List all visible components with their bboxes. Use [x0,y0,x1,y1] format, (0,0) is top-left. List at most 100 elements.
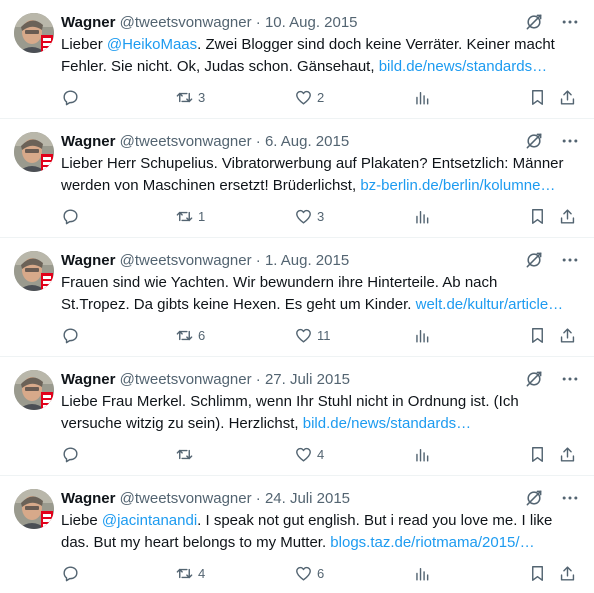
tweet-actions: 6 11 [61,322,579,348]
tweet-text: Lieber @HeikoMaas. Zwei Blogger sind doc… [61,34,567,78]
tweet-text: Lieber Herr Schupelius. Vibratorwerbung … [61,153,567,197]
retweet-button[interactable]: 6 [175,322,205,348]
share-button[interactable] [558,560,577,586]
grok-icon[interactable] [524,488,544,508]
avatar[interactable] [14,251,54,291]
like-button[interactable]: 11 [294,322,331,348]
reply-button[interactable] [61,560,84,586]
like-count: 6 [317,565,325,581]
author-handle[interactable]: @tweetsvonwagner [120,371,252,388]
reply-icon [63,327,78,343]
retweet-button[interactable] [175,441,198,467]
tweet-text: Liebe @jacintanandi. I speak not gut eng… [61,510,567,554]
share-button[interactable] [558,441,577,467]
author-handle[interactable]: @tweetsvonwagner [120,14,252,31]
tweet-date[interactable]: 6. Aug. 2015 [265,133,349,150]
views-icon [416,91,429,105]
more-icon[interactable] [560,488,580,508]
tweet[interactable]: Wagner @tweetsvonwagner · 1. Aug. 2015 F… [0,238,594,357]
author-name[interactable]: Wagner [61,133,115,150]
tweet[interactable]: Wagner @tweetsvonwagner · 24. Juli 2015 … [0,476,594,593]
bookmark-button[interactable] [528,322,547,348]
reply-button[interactable] [61,322,84,348]
tweet-header: Wagner @tweetsvonwagner · 1. Aug. 2015 [61,251,349,271]
tweet-date[interactable]: 1. Aug. 2015 [265,252,349,269]
more-icon[interactable] [560,250,580,270]
more-icon[interactable] [560,12,580,32]
bookmark-button[interactable] [528,203,547,229]
tweet-date[interactable]: 24. Juli 2015 [265,490,350,507]
avatar-image [14,132,54,172]
tweet[interactable]: Wagner @tweetsvonwagner · 27. Juli 2015 … [0,357,594,476]
separator-dot: · [255,371,261,388]
avatar[interactable] [14,489,54,529]
reply-button[interactable] [61,441,84,467]
like-button[interactable]: 3 [294,203,324,229]
author-handle[interactable]: @tweetsvonwagner [120,252,252,269]
avatar[interactable] [14,132,54,172]
reply-button[interactable] [61,84,84,110]
grok-icon[interactable] [524,12,544,32]
retweet-icon [176,330,193,340]
like-count: 11 [317,327,331,343]
url-link[interactable]: bz-berlin.de/berlin/kolumne… [360,177,555,194]
tweet-top-icons [524,488,580,508]
grok-icon[interactable] [524,369,544,389]
bookmark-button[interactable] [528,441,547,467]
views-button[interactable] [413,203,432,229]
views-button[interactable] [413,84,432,110]
bookmark-button[interactable] [528,560,547,586]
share-icon [560,208,575,224]
author-name[interactable]: Wagner [61,490,115,507]
like-button[interactable]: 2 [294,84,324,110]
author-name[interactable]: Wagner [61,14,115,31]
retweet-count: 4 [198,565,206,581]
grok-icon[interactable] [524,250,544,270]
views-button[interactable] [413,322,432,348]
avatar[interactable] [14,13,54,53]
mention-link[interactable]: @HeikoMaas [107,36,197,53]
share-button[interactable] [558,322,577,348]
bookmark-button[interactable] [528,84,547,110]
tweet-top-icons [524,250,580,270]
tweet-header: Wagner @tweetsvonwagner · 27. Juli 2015 [61,370,350,390]
url-link[interactable]: bild.de/news/standards… [379,58,547,75]
reply-button[interactable] [61,203,84,229]
share-button[interactable] [558,84,577,110]
url-link[interactable]: welt.de/kultur/article… [416,296,564,313]
url-link[interactable]: bild.de/news/standards… [303,415,471,432]
mention-link[interactable]: @jacintanandi [102,512,197,529]
url-link[interactable]: blogs.taz.de/riotmama/2015/… [330,534,534,551]
tweet-text-part: Liebe [61,512,102,529]
separator-dot: · [255,490,261,507]
tweet[interactable]: Wagner @tweetsvonwagner · 10. Aug. 2015 … [0,0,594,119]
author-name[interactable]: Wagner [61,371,115,388]
avatar[interactable] [14,370,54,410]
like-icon [296,209,311,224]
tweet-actions: 4 6 [61,560,579,586]
like-icon [296,566,311,581]
like-button[interactable]: 6 [294,560,324,586]
views-button[interactable] [413,441,432,467]
share-button[interactable] [558,203,577,229]
retweet-button[interactable]: 1 [175,203,205,229]
tweet-date[interactable]: 10. Aug. 2015 [265,14,358,31]
share-icon [560,327,575,343]
more-icon[interactable] [560,369,580,389]
views-button[interactable] [413,560,432,586]
tweet-date[interactable]: 27. Juli 2015 [265,371,350,388]
like-icon [296,328,311,343]
grok-icon[interactable] [524,131,544,151]
retweet-button[interactable]: 4 [175,560,205,586]
tweet-header: Wagner @tweetsvonwagner · 6. Aug. 2015 [61,132,349,152]
author-name[interactable]: Wagner [61,252,115,269]
more-icon[interactable] [560,131,580,151]
author-handle[interactable]: @tweetsvonwagner [120,133,252,150]
like-button[interactable]: 4 [294,441,324,467]
retweet-button[interactable]: 3 [175,84,205,110]
tweet-text-part: Lieber [61,36,107,53]
tweet[interactable]: Wagner @tweetsvonwagner · 6. Aug. 2015 L… [0,119,594,238]
avatar-image [14,13,54,53]
author-handle[interactable]: @tweetsvonwagner [120,490,252,507]
retweet-icon [176,449,193,459]
